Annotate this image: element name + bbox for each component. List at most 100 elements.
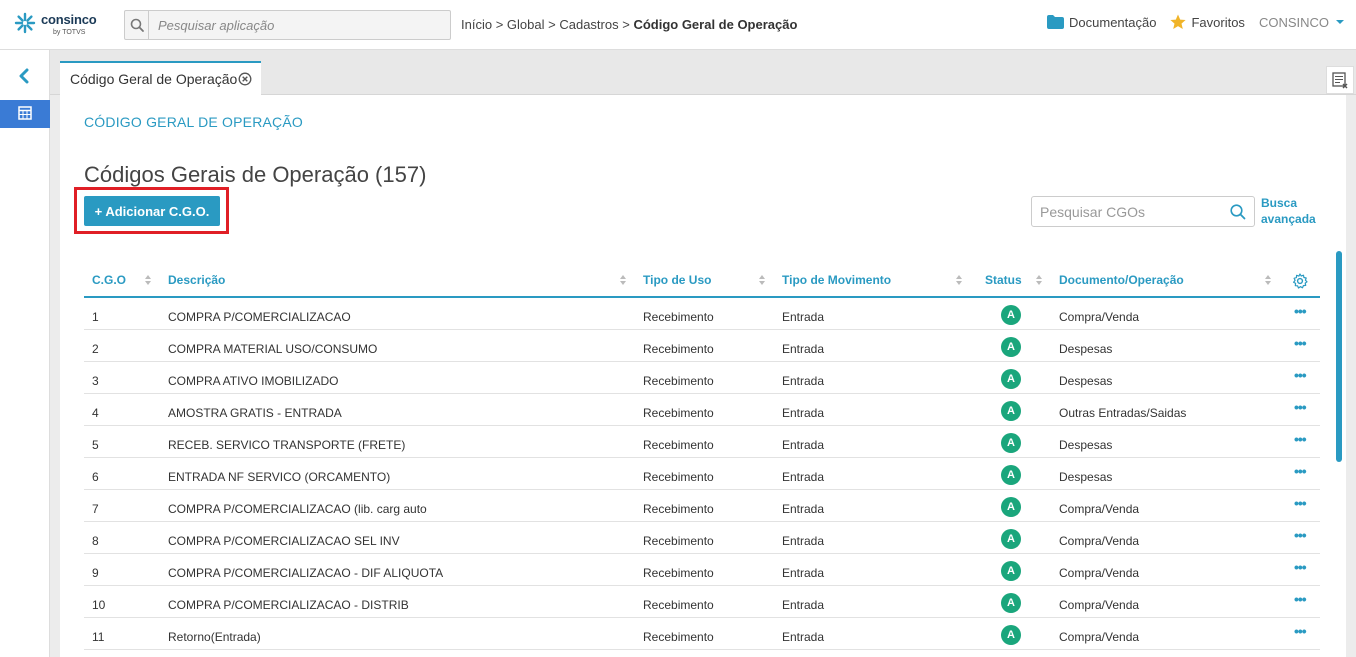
more-icon[interactable]: ••• <box>1294 591 1307 607</box>
cell-tipo-movimento: Entrada <box>782 342 825 356</box>
advanced-search-link[interactable]: Busca avançada <box>1261 195 1316 227</box>
sort-icon[interactable] <box>1264 273 1272 287</box>
cell-documento: Despesas <box>1059 374 1113 388</box>
left-sidebar <box>0 50 50 657</box>
cell-tipo-movimento: Entrada <box>782 406 825 420</box>
sort-icon[interactable] <box>144 273 152 287</box>
more-icon[interactable]: ••• <box>1294 527 1307 543</box>
cell-tipo-uso: Recebimento <box>643 598 714 612</box>
cell-descricao: COMPRA ATIVO IMOBILIZADO <box>168 374 339 388</box>
table-row[interactable]: 2 COMPRA MATERIAL USO/CONSUMO Recebimento E… <box>84 330 1320 362</box>
table-row[interactable]: 5 RECEB. SERVICO TRANSPORTE (FRETE) Recebi… <box>84 426 1320 458</box>
user-menu[interactable]: CONSINCO <box>1259 15 1346 30</box>
cell-cgo: 11 <box>92 630 105 644</box>
col-header-tipo-uso[interactable]: Tipo de Uso <box>643 273 711 287</box>
close-circle-icon[interactable] <box>238 72 252 89</box>
cell-cgo: 10 <box>92 598 106 612</box>
calendar-icon <box>18 106 32 120</box>
docs-label: Documentação <box>1069 14 1157 30</box>
cell-documento: Despesas <box>1059 470 1113 484</box>
cell-documento: Compra/Venda <box>1059 598 1140 612</box>
brand-name: consinco <box>41 12 97 27</box>
status-badge: A <box>1001 369 1021 389</box>
cell-tipo-uso: Recebimento <box>643 470 714 484</box>
chevron-left-icon[interactable] <box>17 68 31 89</box>
table-row[interactable]: 6 ENTRADA NF SERVICO (ORCAMENTO) Recebimen… <box>84 458 1320 490</box>
logo-icon <box>14 12 36 34</box>
docs-link[interactable]: Documentação <box>1047 15 1156 30</box>
folder-icon <box>1047 15 1065 29</box>
consinco-logo[interactable]: consinco by TOTVS <box>14 11 104 41</box>
more-icon[interactable]: ••• <box>1294 335 1307 351</box>
cell-tipo-movimento: Entrada <box>782 438 825 452</box>
more-icon[interactable]: ••• <box>1294 495 1307 511</box>
more-icon[interactable]: ••• <box>1294 399 1307 415</box>
breadcrumb-item-global[interactable]: Global <box>507 17 545 32</box>
more-icon[interactable]: ••• <box>1294 303 1307 319</box>
sidebar-item-app[interactable] <box>0 100 50 128</box>
table-settings-tool[interactable] <box>1326 66 1354 94</box>
col-header-descricao[interactable]: Descrição <box>168 273 225 287</box>
app-search[interactable] <box>124 10 451 40</box>
table-row[interactable]: 8 COMPRA P/COMERCIALIZACAO SEL INV Recebim… <box>84 522 1320 554</box>
breadcrumb: Início > Global > Cadastros > Código Ger… <box>461 17 797 32</box>
more-icon[interactable]: ••• <box>1294 431 1307 447</box>
sort-icon[interactable] <box>955 273 963 287</box>
cell-documento: Outras Entradas/Saidas <box>1059 406 1187 420</box>
cell-cgo: 4 <box>92 406 99 420</box>
gear-icon[interactable] <box>1292 273 1308 294</box>
sort-icon[interactable] <box>1035 273 1043 287</box>
favorites-link[interactable]: Favoritos <box>1170 14 1245 30</box>
col-header-status[interactable]: Status <box>985 273 1022 287</box>
table-row[interactable]: 3 COMPRA ATIVO IMOBILIZADO Recebimento Entr… <box>84 362 1320 394</box>
breadcrumb-item-inicio[interactable]: Início <box>461 17 492 32</box>
status-badge: A <box>1001 529 1021 549</box>
status-badge: A <box>1001 497 1021 517</box>
table-row[interactable]: 11 Retorno(Entrada) Recebimento Entrada Comp… <box>84 618 1320 650</box>
status-badge: A <box>1001 337 1021 357</box>
list-settings-icon <box>1332 72 1348 89</box>
cell-tipo-movimento: Entrada <box>782 502 825 516</box>
vertical-scrollbar[interactable] <box>1336 251 1342 462</box>
table-row[interactable]: 10 COMPRA P/COMERCIALIZACAO - DISTRIB Rece… <box>84 586 1320 618</box>
search-icon[interactable] <box>125 11 149 39</box>
cell-descricao: COMPRA MATERIAL USO/CONSUMO <box>168 342 378 356</box>
app-search-input[interactable] <box>150 11 450 39</box>
col-header-documento[interactable]: Documento/Operação <box>1059 273 1184 287</box>
cell-tipo-movimento: Entrada <box>782 310 825 324</box>
table-row[interactable]: 4 AMOSTRA GRATIS - ENTRADA Recebimento Entr… <box>84 394 1320 426</box>
cell-descricao: AMOSTRA GRATIS - ENTRADA <box>168 406 342 420</box>
tab-codigo-geral[interactable]: Código Geral de Operação <box>60 61 261 95</box>
table-row[interactable]: 7 COMPRA P/COMERCIALIZACAO (lib. carg aut… <box>84 490 1320 522</box>
col-header-cgo[interactable]: C.G.O <box>92 273 126 287</box>
more-icon[interactable]: ••• <box>1294 623 1307 639</box>
cell-cgo: 7 <box>92 502 99 516</box>
col-header-tipo-movimento[interactable]: Tipo de Movimento <box>782 273 891 287</box>
sort-icon[interactable] <box>758 273 766 287</box>
cell-tipo-movimento: Entrada <box>782 470 825 484</box>
more-icon[interactable]: ••• <box>1294 463 1307 479</box>
more-icon[interactable]: ••• <box>1294 559 1307 575</box>
table-row[interactable]: 9 COMPRA P/COMERCIALIZACAO - DIF ALIQUOTA… <box>84 554 1320 586</box>
tab-strip: Código Geral de Operação <box>50 50 1356 95</box>
cell-documento: Compra/Venda <box>1059 630 1140 644</box>
sort-icon[interactable] <box>619 273 627 287</box>
add-cgo-button[interactable]: + Adicionar C.G.O. <box>84 196 220 226</box>
cell-cgo: 2 <box>92 342 99 356</box>
section-title: CÓDIGO GERAL DE OPERAÇÃO <box>84 114 303 130</box>
cgo-search-input[interactable] <box>1032 197 1222 226</box>
table-row[interactable]: 1 COMPRA P/COMERCIALIZACAO Recebimento Entr… <box>84 298 1320 330</box>
cell-cgo: 9 <box>92 566 99 580</box>
breadcrumb-separator: > <box>548 17 556 32</box>
status-badge: A <box>1001 433 1021 453</box>
cgo-search[interactable] <box>1031 196 1255 227</box>
search-icon[interactable] <box>1229 203 1247 226</box>
cell-documento: Compra/Venda <box>1059 534 1140 548</box>
cell-tipo-movimento: Entrada <box>782 630 825 644</box>
cell-descricao: RECEB. SERVICO TRANSPORTE (FRETE) <box>168 438 406 452</box>
more-icon[interactable]: ••• <box>1294 367 1307 383</box>
breadcrumb-item-cadastros[interactable]: Cadastros <box>559 17 618 32</box>
status-badge: A <box>1001 561 1021 581</box>
table-header: C.G.O Descrição Tipo de Uso Tipo de Movi… <box>84 264 1320 298</box>
cell-descricao: COMPRA P/COMERCIALIZACAO SEL INV <box>168 534 400 548</box>
